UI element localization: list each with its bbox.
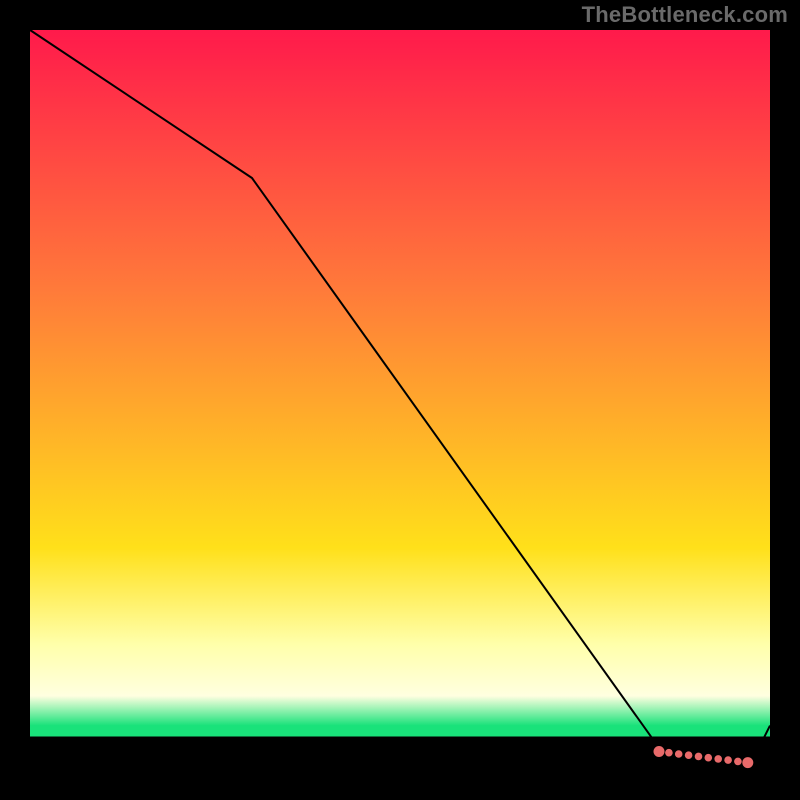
gradient-background xyxy=(30,30,770,770)
dot-marker xyxy=(714,755,722,763)
dot-marker xyxy=(695,753,703,761)
chart-stage: TheBottleneck.com xyxy=(0,0,800,800)
dot-marker xyxy=(734,758,742,766)
dot-marker xyxy=(705,754,713,762)
dot-marker xyxy=(665,749,673,757)
dot-marker xyxy=(685,751,693,759)
dot-marker xyxy=(654,746,665,757)
dot-marker xyxy=(742,757,753,768)
dot-marker xyxy=(675,750,683,758)
dot-marker xyxy=(724,756,732,764)
chart-svg xyxy=(0,0,800,800)
